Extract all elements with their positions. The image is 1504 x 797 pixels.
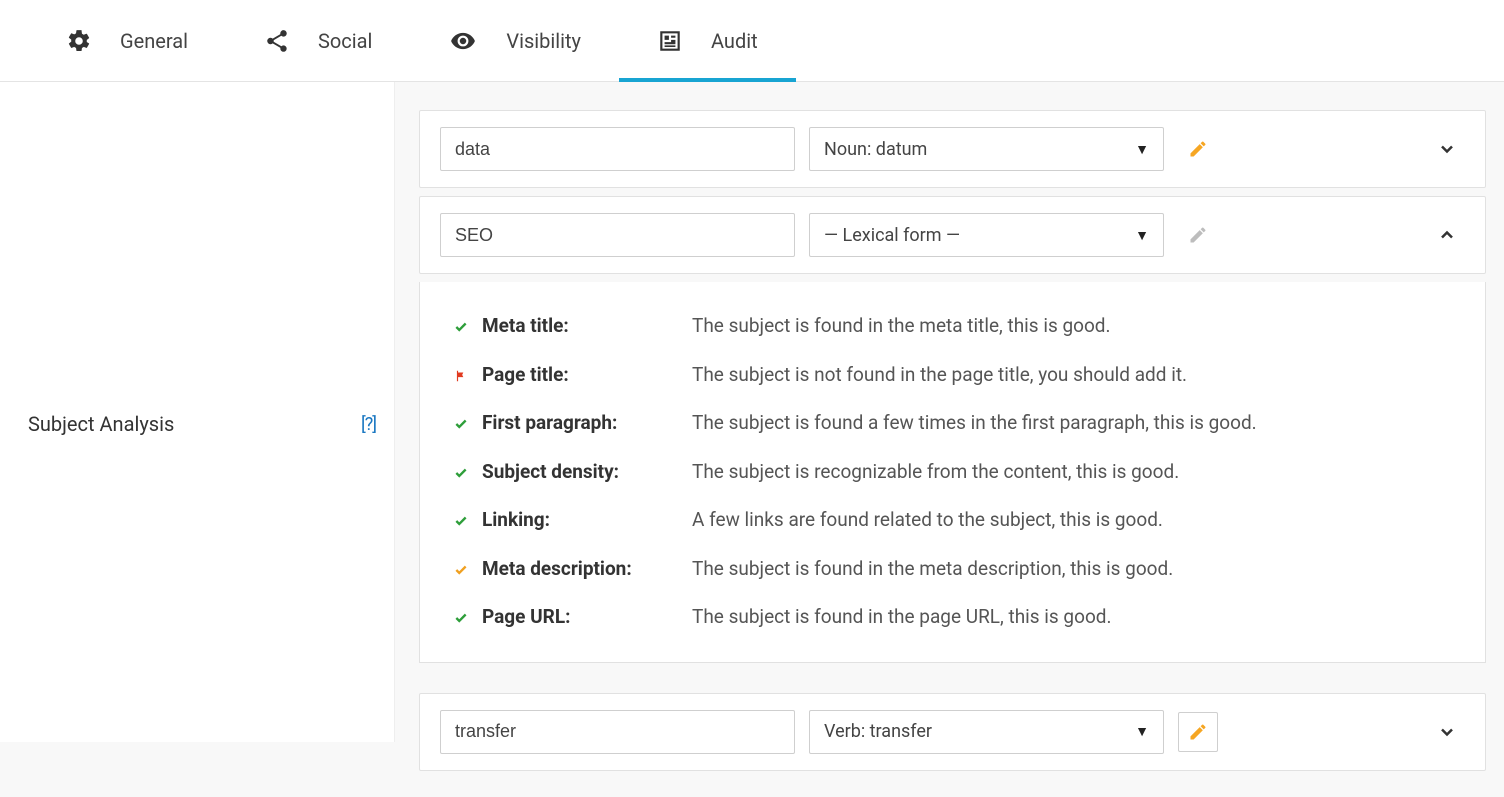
pencil-icon — [1188, 225, 1208, 245]
gear-icon — [66, 28, 92, 54]
analysis-desc: The subject is found in the meta descrip… — [692, 555, 1455, 584]
analysis-row: Meta description: The subject is found i… — [454, 555, 1455, 584]
subject-row: Verb: transfer ▼ — [420, 694, 1485, 770]
analysis-desc: The subject is found a few times in the … — [692, 409, 1455, 438]
tab-audit[interactable]: Audit — [619, 0, 796, 81]
analysis-row: Meta title: The subject is found in the … — [454, 312, 1455, 341]
subject-panel: Noun: datum ▼ — [419, 110, 1486, 188]
share-icon — [264, 28, 290, 54]
lexical-select[interactable]: — Lexical form — ▼ — [809, 213, 1164, 257]
analysis-row: First paragraph: The subject is found a … — [454, 409, 1455, 438]
analysis-label: First paragraph: — [482, 409, 692, 438]
check-icon — [454, 320, 482, 334]
check-icon — [454, 611, 482, 625]
tab-label: Social — [318, 29, 372, 53]
lexical-select[interactable]: Verb: transfer ▼ — [809, 710, 1164, 754]
chevron-up-icon — [1437, 225, 1457, 245]
lexical-select[interactable]: Noun: datum ▼ — [809, 127, 1164, 171]
analysis-desc: The subject is found in the page URL, th… — [692, 603, 1455, 632]
expand-button[interactable] — [1429, 714, 1465, 750]
chevron-down-icon — [1437, 722, 1457, 742]
caret-down-icon: ▼ — [1135, 227, 1149, 244]
analysis-row: Linking: A few links are found related t… — [454, 506, 1455, 535]
caret-down-icon: ▼ — [1135, 141, 1149, 158]
subject-input[interactable] — [440, 213, 795, 257]
pencil-icon — [1188, 139, 1208, 159]
analysis-label: Linking: — [482, 506, 692, 535]
check-icon — [454, 417, 482, 431]
lexical-value: Noun: datum — [824, 139, 927, 160]
tab-label: General — [120, 29, 188, 53]
eye-icon — [448, 28, 478, 54]
flag-icon — [454, 369, 482, 383]
tab-social[interactable]: Social — [226, 0, 410, 81]
subject-input[interactable] — [440, 710, 795, 754]
tab-label: Audit — [711, 29, 758, 53]
section-label: Subject Analysis — [28, 412, 174, 436]
analysis-label: Page URL: — [482, 603, 692, 632]
audit-icon — [657, 28, 683, 54]
analysis-desc: The subject is not found in the page tit… — [692, 361, 1455, 390]
subject-panel: — Lexical form — ▼ — [419, 196, 1486, 274]
subject-input[interactable] — [440, 127, 795, 171]
analysis-label: Page title: — [482, 361, 692, 390]
analysis-row: Subject density: The subject is recogniz… — [454, 458, 1455, 487]
pencil-icon — [1188, 722, 1208, 742]
analysis-desc: The subject is found in the meta title, … — [692, 312, 1455, 341]
analysis-desc: A few links are found related to the sub… — [692, 506, 1455, 535]
caret-down-icon: ▼ — [1135, 723, 1149, 740]
analysis-row: Page title: The subject is not found in … — [454, 361, 1455, 390]
main-area: Subject Analysis [?] Noun: datum ▼ — [0, 82, 1504, 797]
collapse-button[interactable] — [1429, 217, 1465, 253]
check-icon — [454, 514, 482, 528]
analysis-desc: The subject is recognizable from the con… — [692, 458, 1455, 487]
side-column: Subject Analysis [?] — [0, 82, 395, 742]
lexical-value: Verb: transfer — [824, 721, 932, 742]
check-icon — [454, 466, 482, 480]
chevron-down-icon — [1437, 139, 1457, 159]
analysis-row: Page URL: The subject is found in the pa… — [454, 603, 1455, 632]
subject-row: — Lexical form — ▼ — [420, 197, 1485, 273]
subject-row: Noun: datum ▼ — [420, 111, 1485, 187]
tab-visibility[interactable]: Visibility — [410, 0, 619, 81]
lexical-value: — Lexical form — — [824, 225, 960, 246]
analysis-panel: Meta title: The subject is found in the … — [419, 282, 1486, 663]
check-icon — [454, 563, 482, 577]
tab-bar: General Social Visibility Audit — [0, 0, 1504, 82]
analysis-label: Meta description: — [482, 555, 692, 584]
tab-label: Visibility — [506, 29, 581, 53]
subject-panel: Verb: transfer ▼ — [419, 693, 1486, 771]
expand-button[interactable] — [1429, 131, 1465, 167]
content-column: Noun: datum ▼ — Lexical form — ▼ — [395, 82, 1504, 797]
edit-button[interactable] — [1178, 129, 1218, 169]
tab-general[interactable]: General — [28, 0, 226, 81]
help-link[interactable]: [?] — [361, 414, 376, 435]
edit-button[interactable] — [1178, 215, 1218, 255]
analysis-label: Subject density: — [482, 458, 692, 487]
analysis-label: Meta title: — [482, 312, 692, 341]
edit-button[interactable] — [1178, 712, 1218, 752]
